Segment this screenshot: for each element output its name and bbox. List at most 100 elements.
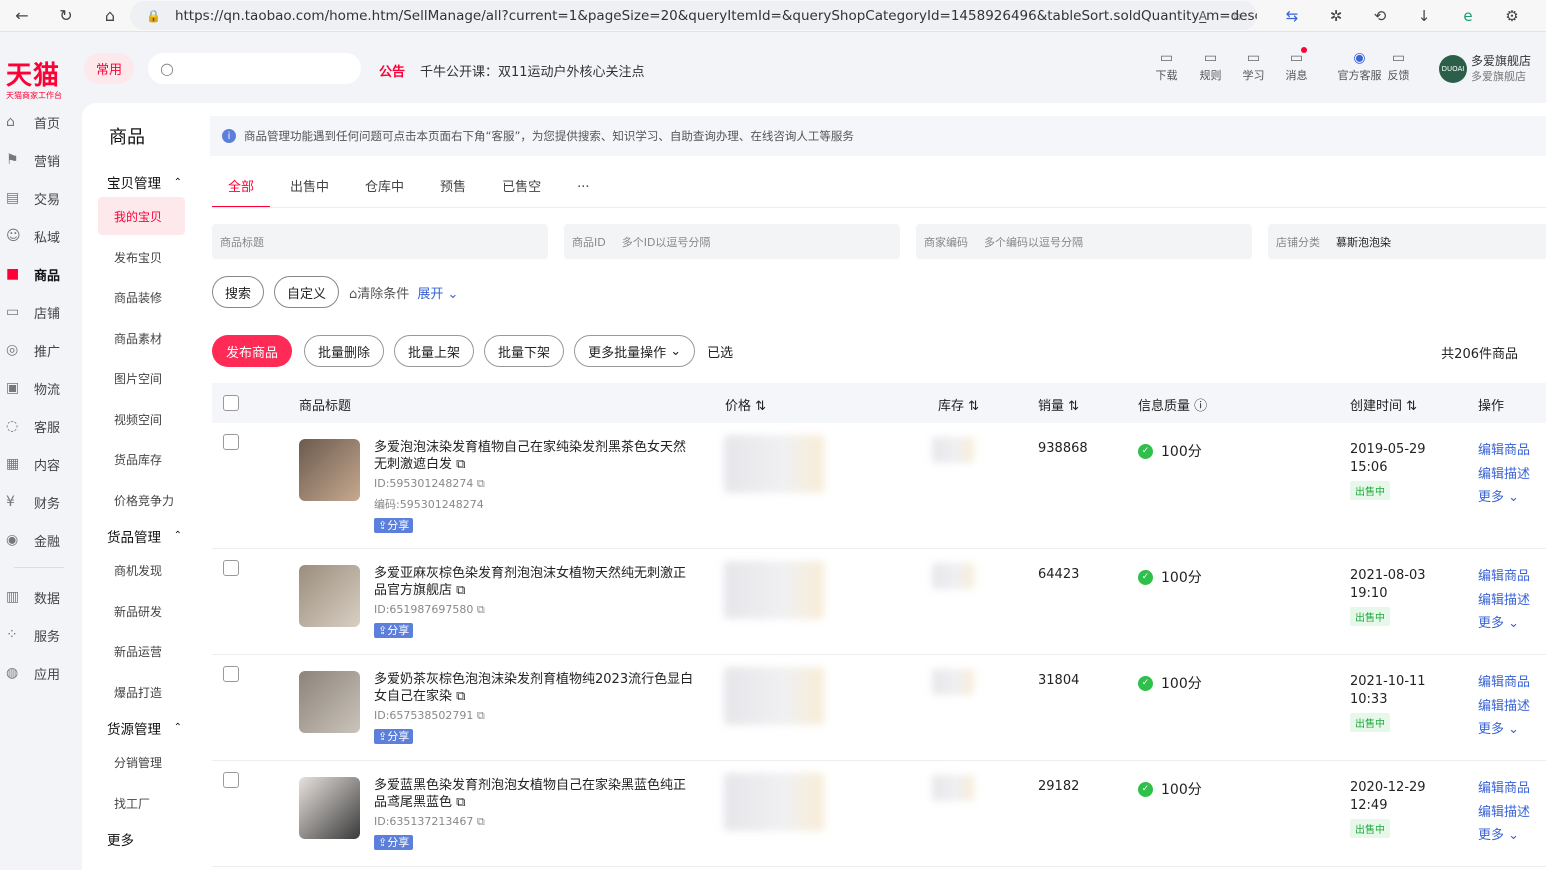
rail-item-1[interactable]: ⚑ 营销: [0, 141, 82, 179]
nav-sub-item[interactable]: 商品装修: [82, 278, 202, 319]
more-actions-link[interactable]: 更多 ⌄: [1478, 486, 1530, 510]
rail-item-6[interactable]: ◎ 推广: [0, 331, 82, 369]
nav-group[interactable]: 宝贝管理 ⌃: [82, 167, 202, 197]
code-filter[interactable]: 商家编码 多个编码以逗号分隔: [916, 224, 1252, 259]
share-button[interactable]: ⇪分享: [374, 518, 414, 533]
puzzle-icon[interactable]: ✲: [1314, 0, 1358, 32]
rail-item-extra-0[interactable]: ▥ 数据: [0, 578, 82, 616]
batch-list-button[interactable]: 批量上架: [394, 335, 475, 367]
rail-item-0[interactable]: ⌂ 首页: [0, 103, 82, 141]
column-header[interactable]: 商品标题: [299, 395, 351, 414]
select-all-checkbox[interactable]: [223, 395, 239, 411]
header-tool-0[interactable]: ▭ 下载: [1150, 49, 1183, 83]
header-tool-5[interactable]: ▭ 反馈: [1382, 49, 1415, 83]
nav-sub-item[interactable]: 发布宝贝: [82, 237, 202, 278]
home-icon[interactable]: ⌂: [88, 0, 132, 32]
category-filter[interactable]: 店铺分类 慕斯泡泡染: [1268, 224, 1546, 259]
refresh-icon[interactable]: ↻: [44, 0, 88, 32]
nav-group[interactable]: 货源管理 ⌃: [82, 713, 202, 743]
share-button[interactable]: ⇪分享: [374, 729, 414, 744]
nav-sub-item[interactable]: 商机发现: [82, 551, 202, 592]
edit-product-link[interactable]: 编辑商品: [1478, 439, 1530, 463]
header-tool-1[interactable]: ▭ 规则: [1194, 49, 1227, 83]
nav-sub-item[interactable]: 价格竞争力: [82, 480, 202, 521]
shop-info[interactable]: 多爱旗舰店 多爱旗舰店: [1471, 53, 1531, 85]
product-title[interactable]: 多爱泡泡沫染发育植物自己在家纯染发剂黑茶色女天然无刺激遮白发 ⧉: [374, 439, 694, 473]
more-actions-link[interactable]: 更多 ⌄: [1478, 824, 1530, 848]
rail-item-5[interactable]: ▭ 店铺: [0, 293, 82, 331]
more-actions-link[interactable]: 更多 ⌄: [1478, 718, 1530, 742]
tab-5[interactable]: ···: [561, 175, 605, 208]
search-button[interactable]: 搜索: [212, 276, 265, 308]
more-batch-button[interactable]: 更多批量操作 ⌄: [574, 335, 696, 367]
tab-3[interactable]: 预售: [424, 175, 482, 208]
rail-item-10[interactable]: ¥ 财务: [0, 483, 82, 521]
id-filter[interactable]: 商品ID 多个ID以逗号分隔: [564, 224, 900, 259]
downloads-icon[interactable]: ↓: [1402, 0, 1446, 32]
batch-delist-button[interactable]: 批量下架: [484, 335, 565, 367]
product-thumbnail[interactable]: [299, 439, 360, 501]
row-checkbox[interactable]: [223, 560, 239, 576]
nav-sub-item[interactable]: 新品研发: [82, 591, 202, 632]
back-icon[interactable]: ←: [0, 0, 44, 32]
batch-delete-button[interactable]: 批量删除: [304, 335, 385, 367]
search-input[interactable]: ○: [148, 53, 361, 84]
product-title[interactable]: 多爱奶茶灰棕色泡泡沫染发剂育植物纯2023流行色显白女自己在家染 ⧉: [374, 671, 694, 705]
rail-item-9[interactable]: ▦ 内容: [0, 445, 82, 483]
address-bar[interactable]: 🔒 https://qn.taobao.com/home.htm/SellMan…: [130, 1, 1257, 30]
product-thumbnail[interactable]: [299, 777, 360, 839]
row-checkbox[interactable]: [223, 434, 239, 450]
nav-sub-item[interactable]: 视频空间: [82, 399, 202, 440]
rail-item-extra-1[interactable]: ⁘ 服务: [0, 616, 82, 654]
extension-icon[interactable]: ⇆: [1270, 0, 1314, 32]
nav-sub-item[interactable]: 我的宝贝: [98, 197, 185, 235]
edit-description-link[interactable]: 编辑描述: [1478, 801, 1530, 825]
header-tool-3[interactable]: ▭ 消息: [1280, 47, 1313, 83]
column-header[interactable]: 信息质量 ⓘ: [1138, 395, 1207, 414]
nav-sub-item[interactable]: 商品素材: [82, 318, 202, 359]
tab-2[interactable]: 仓库中: [349, 175, 420, 208]
tab-4[interactable]: 已售空: [486, 175, 557, 208]
share-button[interactable]: ⇪分享: [374, 623, 414, 638]
history-icon[interactable]: ⟲: [1358, 0, 1402, 32]
edit-description-link[interactable]: 编辑描述: [1478, 463, 1530, 487]
edit-description-link[interactable]: 编辑描述: [1478, 695, 1530, 719]
tmall-logo[interactable]: 天猫 天猫商家工作台: [6, 55, 62, 101]
publish-button[interactable]: 发布商品: [212, 335, 293, 367]
read-aloud-icon[interactable]: A: [1199, 9, 1207, 23]
row-checkbox[interactable]: [223, 666, 239, 682]
title-filter[interactable]: 商品标题: [212, 224, 548, 259]
rail-item-3[interactable]: ☺ 私域: [0, 217, 82, 255]
product-thumbnail[interactable]: [299, 565, 360, 627]
rail-item-4[interactable]: ■ 商品: [0, 255, 82, 293]
column-header[interactable]: 操作: [1478, 395, 1504, 414]
more-actions-link[interactable]: 更多 ⌄: [1478, 612, 1530, 636]
edge-icon[interactable]: e: [1446, 0, 1490, 32]
clear-conditions[interactable]: ⌂清除条件: [349, 283, 409, 302]
favorite-star-icon[interactable]: ☆: [1231, 8, 1243, 24]
tab-1[interactable]: 出售中: [274, 175, 345, 208]
product-thumbnail[interactable]: [299, 671, 360, 733]
nav-sub-item[interactable]: 新品运营: [82, 632, 202, 673]
column-header[interactable]: 创建时间 ⇅: [1350, 395, 1417, 414]
share-button[interactable]: ⇪分享: [374, 835, 414, 850]
nav-group[interactable]: 货品管理 ⌃: [82, 521, 202, 551]
edit-product-link[interactable]: 编辑商品: [1478, 777, 1530, 801]
row-checkbox[interactable]: [223, 772, 239, 788]
product-title[interactable]: 多爱亚麻灰棕色染发育剂泡泡沫女植物天然纯无刺激正品官方旗舰店 ⧉: [374, 565, 694, 599]
product-title[interactable]: 多爱蓝黑色染发育剂泡泡女植物自己在家染黑蓝色纯正品鸢尾黑蓝色 ⧉: [374, 777, 694, 811]
nav-more[interactable]: 更多: [82, 824, 202, 854]
column-header[interactable]: 价格 ⇅: [725, 395, 766, 414]
nav-sub-item[interactable]: 图片空间: [82, 359, 202, 400]
notice-text[interactable]: 千牛公开课：双11运动户外核心关注点: [420, 61, 645, 80]
edit-product-link[interactable]: 编辑商品: [1478, 565, 1530, 589]
column-header[interactable]: 库存 ⇅: [938, 395, 979, 414]
edit-product-link[interactable]: 编辑商品: [1478, 671, 1530, 695]
rail-item-extra-2[interactable]: ◍ 应用: [0, 654, 82, 692]
common-button[interactable]: 常用: [84, 53, 134, 84]
customize-button[interactable]: 自定义: [274, 276, 340, 308]
tab-0[interactable]: 全部: [212, 175, 271, 208]
settings-icon[interactable]: ⚙: [1490, 0, 1534, 32]
header-tool-2[interactable]: ▭ 学习: [1237, 49, 1270, 83]
edit-description-link[interactable]: 编辑描述: [1478, 589, 1530, 613]
